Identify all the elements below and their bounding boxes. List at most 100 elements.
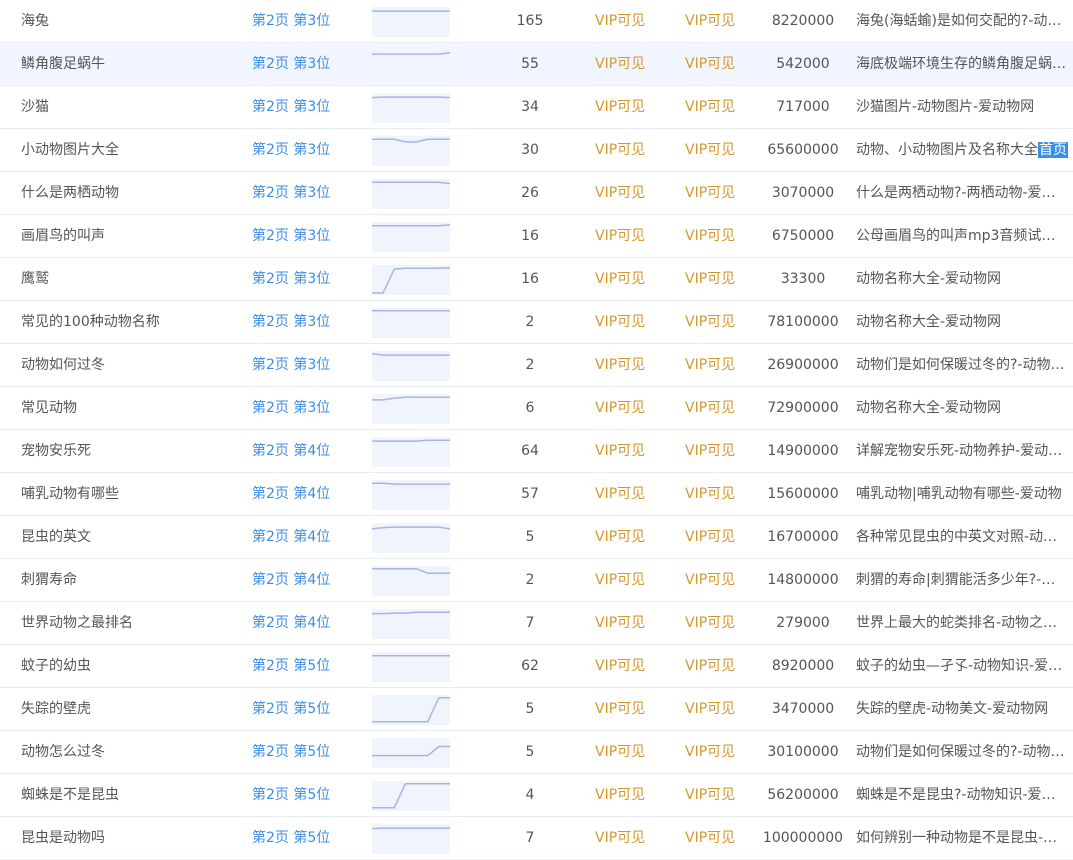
rank-cell[interactable]: 第2页 第5位 [252,688,362,730]
page-title-cell[interactable]: 海底极端环境生存的鳞角腹足蜗… [856,43,1068,85]
table-row[interactable]: 常见的100种动物名称 第2页 第3位 2 VIP可见 VIP可见 78100000 动物名… [0,301,1073,344]
vip-cell[interactable]: VIP可见 [685,817,755,859]
rank-cell[interactable]: 第2页 第5位 [252,645,362,687]
keyword-cell[interactable]: 常见动物 [21,387,241,429]
vip-cell[interactable]: VIP可见 [685,602,755,644]
trend-sparkline[interactable] [372,566,450,596]
keyword-cell[interactable]: 海兔 [21,0,241,42]
page-title-cell[interactable]: 动物名称大全-爱动物网 [856,258,1068,300]
vip-cell[interactable]: VIP可见 [595,172,665,214]
rank-cell[interactable]: 第2页 第3位 [252,129,362,171]
rank-cell[interactable]: 第2页 第5位 [252,817,362,859]
vip-cell[interactable]: VIP可见 [685,0,755,42]
table-row[interactable]: 昆虫是动物吗 第2页 第5位 7 VIP可见 VIP可见 100000000 如何辨别一种动… [0,817,1073,860]
trend-sparkline[interactable] [372,50,450,80]
page-title-cell[interactable]: 详解宠物安乐死-动物养护-爱动… [856,430,1068,472]
vip-cell[interactable]: VIP可见 [595,430,665,472]
keyword-cell[interactable]: 鳞角腹足蜗牛 [21,43,241,85]
table-row[interactable]: 失踪的壁虎 第2页 第5位 5 VIP可见 VIP可见 3470000 失踪的壁虎-动物美文… [0,688,1073,731]
table-row[interactable]: 海兔 第2页 第3位 165 VIP可见 VIP可见 8220000 海兔(海蛞蝓)是如何交… [0,0,1073,43]
rank-cell[interactable]: 第2页 第5位 [252,731,362,773]
vip-cell[interactable]: VIP可见 [595,0,665,42]
rank-cell[interactable]: 第2页 第3位 [252,172,362,214]
vip-cell[interactable]: VIP可见 [595,258,665,300]
vip-cell[interactable]: VIP可见 [595,688,665,730]
keyword-cell[interactable]: 动物如何过冬 [21,344,241,386]
trend-sparkline[interactable] [372,308,450,338]
page-title-cell[interactable]: 失踪的壁虎-动物美文-爱动物网 [856,688,1068,730]
rank-cell[interactable]: 第2页 第3位 [252,258,362,300]
vip-cell[interactable]: VIP可见 [685,559,755,601]
vip-cell[interactable]: VIP可见 [595,731,665,773]
vip-cell[interactable]: VIP可见 [685,215,755,257]
trend-sparkline[interactable] [372,609,450,639]
keyword-cell[interactable]: 失踪的壁虎 [21,688,241,730]
rank-cell[interactable]: 第2页 第5位 [252,774,362,816]
page-title-cell[interactable]: 如何辨别一种动物是不是昆虫-… [856,817,1068,859]
keyword-cell[interactable]: 什么是两栖动物 [21,172,241,214]
rank-cell[interactable]: 第2页 第4位 [252,559,362,601]
keyword-cell[interactable]: 昆虫是动物吗 [21,817,241,859]
trend-sparkline[interactable] [372,824,450,854]
keyword-cell[interactable]: 画眉鸟的叫声 [21,215,241,257]
vip-cell[interactable]: VIP可见 [685,645,755,687]
trend-sparkline[interactable] [372,179,450,209]
trend-sparkline[interactable] [372,738,450,768]
vip-cell[interactable]: VIP可见 [595,344,665,386]
keyword-cell[interactable]: 沙猫 [21,86,241,128]
vip-cell[interactable]: VIP可见 [595,215,665,257]
vip-cell[interactable]: VIP可见 [595,602,665,644]
rank-cell[interactable]: 第2页 第3位 [252,387,362,429]
trend-sparkline[interactable] [372,523,450,553]
table-row[interactable]: 世界动物之最排名 第2页 第4位 7 VIP可见 VIP可见 279000 世界上最大的蛇类… [0,602,1073,645]
vip-cell[interactable]: VIP可见 [595,817,665,859]
keyword-cell[interactable]: 昆虫的英文 [21,516,241,558]
page-title-cell[interactable]: 哺乳动物|哺乳动物有哪些-爱动物 [856,473,1068,515]
vip-cell[interactable]: VIP可见 [595,43,665,85]
keyword-cell[interactable]: 小动物图片大全 [21,129,241,171]
vip-cell[interactable]: VIP可见 [685,516,755,558]
vip-cell[interactable]: VIP可见 [685,258,755,300]
rank-cell[interactable]: 第2页 第3位 [252,344,362,386]
rank-cell[interactable]: 第2页 第4位 [252,430,362,472]
page-title-cell[interactable]: 蜘蛛是不是昆虫?-动物知识-爱… [856,774,1068,816]
table-row[interactable]: 动物如何过冬 第2页 第3位 2 VIP可见 VIP可见 26900000 动物们是如何保暖… [0,344,1073,387]
vip-cell[interactable]: VIP可见 [685,86,755,128]
trend-sparkline[interactable] [372,93,450,123]
rank-cell[interactable]: 第2页 第3位 [252,86,362,128]
page-title-cell[interactable]: 海兔(海蛞蝓)是如何交配的?-动… [856,0,1068,42]
keyword-cell[interactable]: 动物怎么过冬 [21,731,241,773]
table-row[interactable]: 刺猬寿命 第2页 第4位 2 VIP可见 VIP可见 14800000 刺猬的寿命|刺猬能活… [0,559,1073,602]
trend-sparkline[interactable] [372,265,450,295]
vip-cell[interactable]: VIP可见 [685,473,755,515]
page-title-cell[interactable]: 公母画眉鸟的叫声mp3音频试听… [856,215,1068,257]
keyword-cell[interactable]: 哺乳动物有哪些 [21,473,241,515]
trend-sparkline[interactable] [372,394,450,424]
trend-sparkline[interactable] [372,695,450,725]
trend-sparkline[interactable] [372,7,450,37]
keyword-cell[interactable]: 蚊子的幼虫 [21,645,241,687]
table-row[interactable]: 动物怎么过冬 第2页 第5位 5 VIP可见 VIP可见 30100000 动物们是如何保暖… [0,731,1073,774]
rank-cell[interactable]: 第2页 第3位 [252,0,362,42]
vip-cell[interactable]: VIP可见 [595,774,665,816]
vip-cell[interactable]: VIP可见 [685,430,755,472]
table-row[interactable]: 沙猫 第2页 第3位 34 VIP可见 VIP可见 717000 沙猫图片-动物图片-爱动物… [0,86,1073,129]
vip-cell[interactable]: VIP可见 [595,645,665,687]
page-title-cell[interactable]: 世界上最大的蛇类排名-动物之… [856,602,1068,644]
vip-cell[interactable]: VIP可见 [685,688,755,730]
page-title-cell[interactable]: 动物们是如何保暖过冬的?-动物… [856,344,1068,386]
vip-cell[interactable]: VIP可见 [595,129,665,171]
rank-cell[interactable]: 第2页 第3位 [252,215,362,257]
page-title-cell[interactable]: 动物名称大全-爱动物网 [856,301,1068,343]
page-title-cell[interactable]: 动物、小动物图片及名称大全首页 [856,129,1068,171]
vip-cell[interactable]: VIP可见 [685,43,755,85]
keyword-cell[interactable]: 刺猬寿命 [21,559,241,601]
vip-cell[interactable]: VIP可见 [685,774,755,816]
vip-cell[interactable]: VIP可见 [595,301,665,343]
rank-cell[interactable]: 第2页 第4位 [252,473,362,515]
table-row[interactable]: 蚊子的幼虫 第2页 第5位 62 VIP可见 VIP可见 8920000 蚊子的幼虫—孑孓-… [0,645,1073,688]
vip-cell[interactable]: VIP可见 [685,731,755,773]
vip-cell[interactable]: VIP可见 [685,387,755,429]
keyword-cell[interactable]: 常见的100种动物名称 [21,301,241,343]
page-title-cell[interactable]: 动物们是如何保暖过冬的?-动物… [856,731,1068,773]
